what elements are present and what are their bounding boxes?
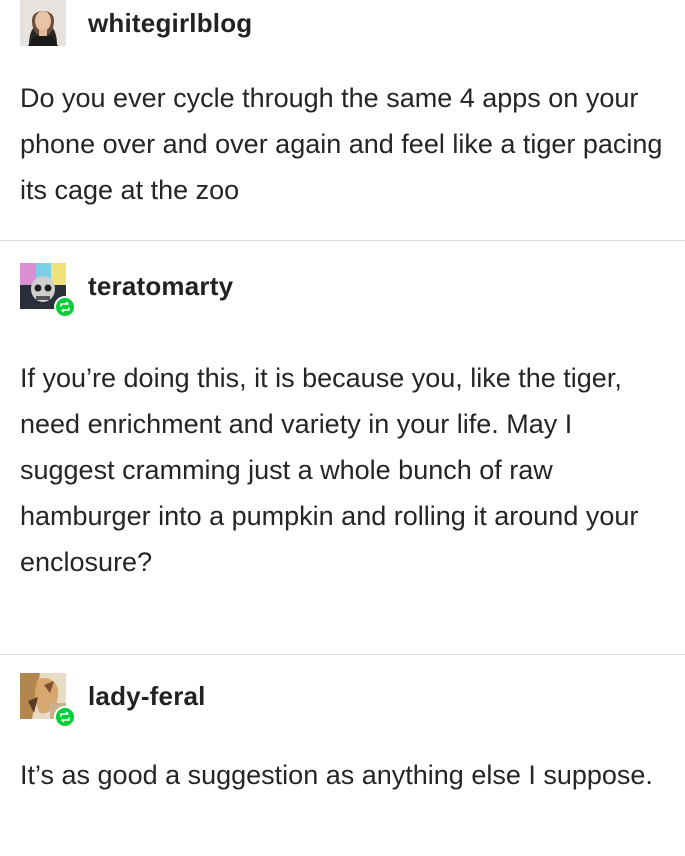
divider — [0, 654, 685, 655]
avatar[interactable] — [20, 263, 76, 318]
post-header: teratomarty — [20, 263, 233, 318]
reblog-icon — [60, 301, 70, 313]
post-text: It’s as good a suggestion as anything el… — [20, 760, 653, 790]
reblog-badge — [54, 706, 76, 728]
post-text: If you’re doing this, it is because you,… — [20, 363, 639, 577]
username[interactable]: whitegirlblog — [88, 8, 252, 39]
user-avatar-icon — [20, 0, 66, 46]
post-text: Do you ever cycle through the same 4 app… — [20, 83, 663, 205]
username[interactable]: lady-feral — [88, 681, 206, 712]
reblog-badge — [54, 296, 76, 318]
post-header: whitegirlblog — [20, 0, 252, 46]
username[interactable]: teratomarty — [88, 271, 233, 302]
avatar[interactable] — [20, 673, 76, 728]
reblog-icon — [60, 711, 70, 723]
post-header: lady-feral — [20, 673, 206, 728]
divider — [0, 240, 685, 241]
avatar[interactable] — [20, 0, 66, 46]
